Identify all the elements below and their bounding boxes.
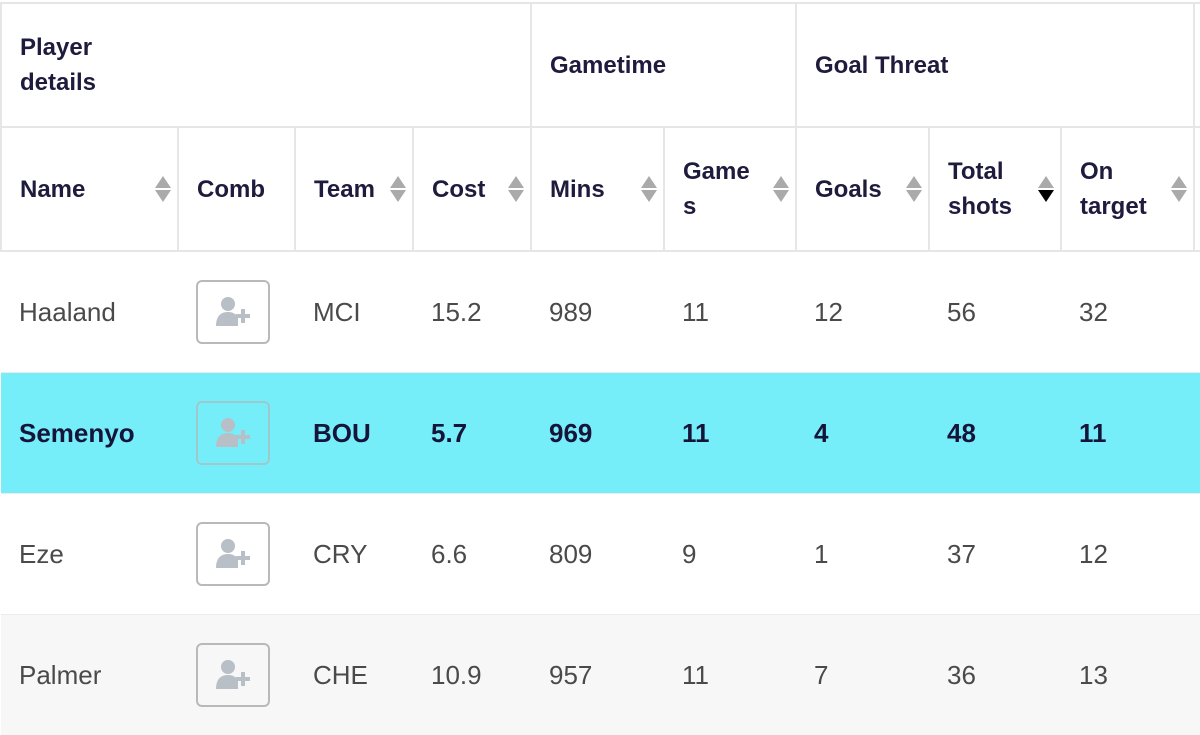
cell-on-target: 13 — [1061, 614, 1195, 735]
table-row[interactable]: Eze CRY 6.6 809 9 1 37 12 — [1, 493, 1200, 615]
cell-team: BOU — [295, 372, 413, 494]
column-header-on-target[interactable]: On target — [1059, 126, 1196, 252]
group-gametime: Gametime — [530, 2, 797, 128]
cell-team: MCI — [295, 250, 413, 373]
column-header-games[interactable]: Game s — [663, 126, 797, 252]
cell-on-target: 12 — [1061, 493, 1195, 615]
sort-arrows-icon[interactable] — [155, 176, 171, 202]
column-header-total-shots[interactable]: Total shots — [928, 126, 1062, 252]
column-header-mins[interactable]: Mins — [530, 126, 665, 252]
group-player-details: Player details — [0, 2, 532, 128]
column-header-goals[interactable]: Goals — [795, 126, 930, 252]
add-user-icon — [216, 418, 250, 447]
cell-games: 11 — [664, 250, 796, 373]
cell-comb — [178, 493, 295, 615]
cell-on-target: 32 — [1061, 250, 1195, 373]
cell-mins: 969 — [531, 372, 664, 494]
add-to-comparison-button[interactable] — [196, 643, 270, 707]
cell-goals: 7 — [796, 614, 929, 735]
cell-extra — [1194, 614, 1200, 735]
cell-comb — [178, 614, 295, 735]
cell-name: Haaland — [1, 250, 178, 373]
add-user-icon — [216, 660, 250, 689]
add-to-comparison-button[interactable] — [196, 401, 270, 465]
cell-name: Semenyo — [1, 372, 178, 494]
sort-arrows-icon[interactable] — [1171, 176, 1188, 202]
cell-cost: 10.9 — [413, 614, 531, 735]
sort-descending-icon[interactable] — [1038, 176, 1054, 202]
cell-cost: 5.7 — [413, 372, 531, 494]
cell-mins: 989 — [531, 250, 664, 373]
cell-mins: 957 — [531, 614, 664, 735]
cell-goals: 4 — [796, 372, 929, 494]
add-user-icon — [216, 297, 250, 326]
cell-total-shots: 37 — [929, 493, 1061, 615]
column-header-comb: Comb — [177, 126, 296, 252]
cell-cost: 6.6 — [413, 493, 531, 615]
cell-total-shots: 48 — [929, 372, 1061, 494]
table-row[interactable]: Semenyo BOU 5.7 969 11 4 48 11 — [1, 372, 1200, 494]
cell-mins: 809 — [531, 493, 664, 615]
cell-goals: 1 — [796, 493, 929, 615]
add-user-icon — [216, 539, 250, 568]
cell-on-target: 11 — [1061, 372, 1195, 494]
column-header-name[interactable]: Name — [0, 126, 179, 252]
table-row[interactable]: Palmer CHE 10.9 957 11 7 36 13 — [1, 614, 1200, 735]
sort-arrows-icon[interactable] — [773, 176, 789, 202]
cell-extra — [1194, 250, 1200, 373]
table-row[interactable]: Haaland MCI 15.2 989 11 12 56 32 — [1, 250, 1200, 373]
sort-arrows-icon[interactable] — [906, 176, 922, 202]
cell-games: 11 — [664, 372, 796, 494]
cell-name: Eze — [1, 493, 178, 615]
cell-games: 11 — [664, 614, 796, 735]
cell-comb — [178, 372, 295, 494]
cell-games: 9 — [664, 493, 796, 615]
add-to-comparison-button[interactable] — [196, 522, 270, 586]
sort-arrows-icon[interactable] — [508, 176, 524, 202]
column-header-team[interactable]: Team — [294, 126, 414, 252]
cell-extra — [1194, 493, 1200, 615]
cell-cost: 15.2 — [413, 250, 531, 373]
cell-extra — [1194, 372, 1200, 494]
cell-total-shots: 36 — [929, 614, 1061, 735]
group-extra — [1193, 2, 1200, 128]
add-to-comparison-button[interactable] — [196, 280, 270, 344]
cell-name: Palmer — [1, 614, 178, 735]
sort-arrows-icon[interactable] — [390, 176, 406, 202]
stats-table-container: Player details Gametime Goal Threat Name… — [0, 0, 1200, 735]
group-goal-threat: Goal Threat — [794, 2, 1196, 128]
column-header-row: Name Comb Team Cost Mins Game s Goals To… — [0, 126, 1200, 252]
cell-goals: 12 — [796, 250, 929, 373]
column-header-extra — [1193, 126, 1200, 252]
player-stats-table: Player details Gametime Goal Threat Name… — [0, 2, 1200, 735]
column-header-cost[interactable]: Cost — [412, 126, 532, 252]
group-header-row: Player details Gametime Goal Threat — [0, 2, 1200, 128]
sort-arrows-icon[interactable] — [641, 176, 657, 202]
cell-comb — [178, 250, 295, 373]
cell-team: CRY — [295, 493, 413, 615]
cell-total-shots: 56 — [929, 250, 1061, 373]
cell-team: CHE — [295, 614, 413, 735]
